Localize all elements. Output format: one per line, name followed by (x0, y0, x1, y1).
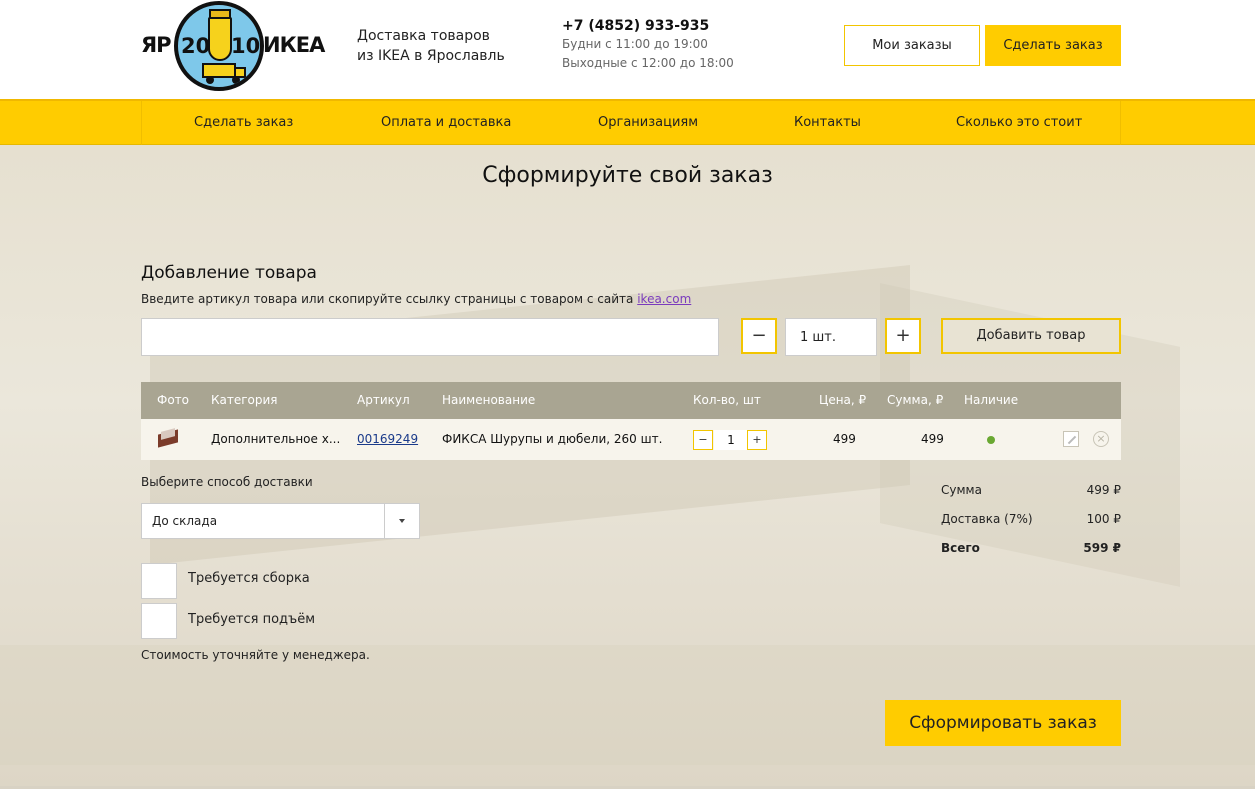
logo-number-left: 20 (181, 34, 211, 58)
table-header: Фото Категория Артикул Наименование Кол-… (141, 382, 1121, 419)
row-name: ФИКСА Шурупы и дюбели, 260 шт. (442, 432, 663, 446)
row-article: 00169249 (357, 419, 418, 460)
total-value: 599 ₽ (1083, 541, 1121, 555)
sum-value: 499 ₽ (1086, 483, 1121, 497)
column-header: Фото (157, 393, 190, 407)
column-header: Наличие (964, 393, 1019, 407)
row-sum: 499 (921, 432, 944, 446)
logo-text-left: ЯР (141, 33, 172, 57)
logo-number-right: 10 (231, 34, 261, 58)
add-item-title: Добавление товара (141, 263, 317, 283)
edit-icon[interactable] (1063, 431, 1079, 447)
quantity-plus-button[interactable]: + (885, 318, 921, 354)
row-category: Дополнительное х... (211, 432, 341, 446)
hours-weekend: Выходные с 12:00 до 18:00 (562, 56, 734, 70)
column-header: Категория (211, 393, 278, 407)
in-stock-indicator (987, 436, 995, 444)
column-header: Сумма, ₽ (887, 393, 944, 407)
tagline-line: из IKEA в Ярославль (357, 48, 505, 64)
ikea-link[interactable]: ikea.com (637, 292, 691, 306)
assembly-checkbox[interactable] (141, 563, 177, 599)
delivery-cost-value: 100 ₽ (1086, 512, 1121, 526)
nav-item-pricing[interactable]: Сколько это стоит (956, 101, 1082, 145)
nav-item-payment-delivery[interactable]: Оплата и доставка (381, 101, 511, 145)
logo-text-right: ИКЕА (263, 33, 325, 57)
column-header: Артикул (357, 393, 410, 407)
nav-item-organizations[interactable]: Организациям (598, 101, 698, 145)
row-qty-plus-button[interactable]: + (747, 430, 767, 450)
delivery-select[interactable]: До склада (141, 503, 420, 539)
logo[interactable]: ЯР 20 10 ИКЕА (141, 0, 325, 92)
column-header: Кол-во, шт (693, 393, 761, 407)
add-item-button[interactable]: Добавить товар (941, 318, 1121, 354)
nav-item-contacts[interactable]: Контакты (794, 101, 861, 145)
delivery-selected-value: До склада (152, 514, 218, 528)
lifting-checkbox[interactable] (141, 603, 177, 639)
hint-text: Введите артикул товара или скопируйте сс… (141, 292, 638, 306)
column-header: Цена, ₽ (819, 393, 867, 407)
total-label: Всего (941, 541, 980, 555)
product-photo[interactable] (158, 428, 180, 448)
assembly-label[interactable]: Требуется сборка (188, 571, 310, 586)
page-title: Сформируйте свой заказ (482, 163, 773, 188)
coat-of-arms-icon (208, 17, 232, 61)
my-orders-button[interactable]: Мои заказы (844, 25, 980, 66)
add-item-hint: Введите артикул товара или скопируйте сс… (141, 292, 691, 306)
article-input[interactable] (141, 318, 719, 356)
site-header: ЯР 20 10 ИКЕА Доставка товаров из IKEA в… (0, 0, 1255, 99)
delivery-cost-label: Доставка (7%) (941, 512, 1033, 526)
tagline: Доставка товаров из IKEA в Ярославль (357, 26, 505, 66)
logo-emblem: 20 10 (174, 1, 264, 91)
table-row: Дополнительное х... 00169249 ФИКСА Шуруп… (141, 419, 1121, 460)
make-order-button[interactable]: Сделать заказ (985, 25, 1121, 66)
row-qty-minus-button[interactable]: − (693, 430, 713, 450)
close-icon[interactable]: × (1093, 431, 1109, 447)
row-price: 499 (833, 432, 856, 446)
hours-weekdays: Будни с 11:00 до 19:00 (562, 37, 708, 51)
article-link[interactable]: 00169249 (357, 432, 418, 446)
sum-label: Сумма (941, 483, 982, 497)
submit-order-button[interactable]: Сформировать заказ (885, 700, 1121, 746)
delivery-label: Выберите способ доставки (141, 475, 313, 489)
wheel-icon (206, 76, 214, 84)
chevron-down-icon[interactable] (384, 504, 419, 538)
main-nav: Сделать заказ Оплата и доставка Организа… (0, 99, 1255, 145)
tagline-line: Доставка товаров (357, 28, 490, 44)
phone-number[interactable]: +7 (4852) 933-935 (562, 17, 734, 35)
column-header: Наименование (442, 393, 536, 407)
row-qty-value[interactable]: 1 (714, 430, 748, 450)
lifting-label[interactable]: Требуется подъём (188, 612, 315, 627)
quantity-minus-button[interactable]: − (741, 318, 777, 354)
page-background (0, 145, 1255, 789)
cost-note: Стоимость уточняйте у менеджера. (141, 648, 370, 662)
quantity-input[interactable] (785, 318, 877, 356)
nav-container: Сделать заказ Оплата и доставка Организа… (141, 101, 1121, 145)
contact-info: +7 (4852) 933-935 Будни с 11:00 до 19:00… (562, 17, 734, 73)
nav-item-make-order[interactable]: Сделать заказ (194, 101, 293, 145)
wheel-icon (232, 76, 240, 84)
